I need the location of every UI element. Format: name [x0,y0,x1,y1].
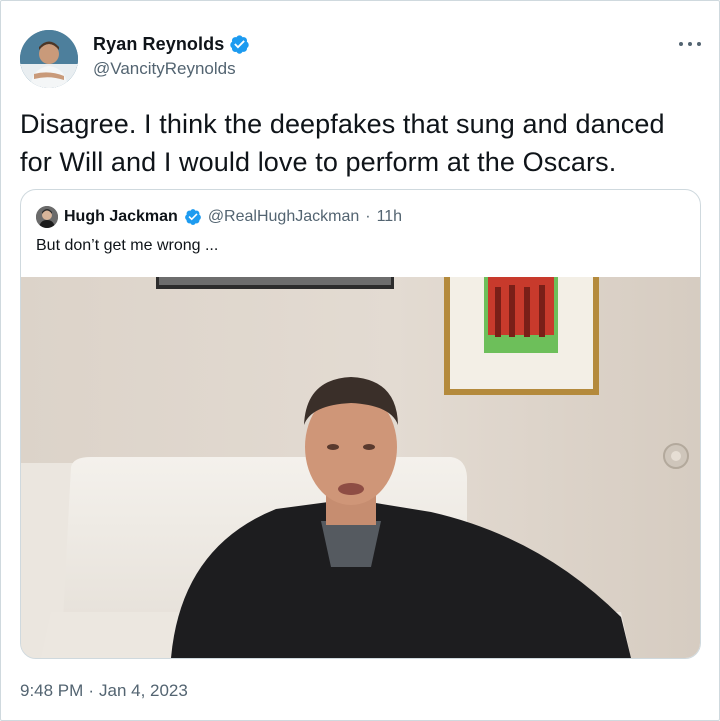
profile-photo-icon [20,30,78,88]
video-thumbnail[interactable] [21,277,700,658]
separator-dot: · [88,681,94,700]
author-name[interactable]: Ryan Reynolds [93,34,224,55]
quoted-tweet[interactable]: Hugh Jackman @RealHughJackman · 11h But … [20,189,701,659]
more-options-icon [679,42,683,46]
more-options-button[interactable] [679,37,701,51]
quoted-author-avatar[interactable] [36,206,58,228]
tweet-card: Ryan Reynolds @VancityReynolds Disagree.… [0,0,720,721]
video-thumbnail-image [21,277,700,658]
tweet-time[interactable]: 9:48 PM [20,681,83,701]
separator-dot: · [365,208,371,225]
author-handle[interactable]: @VancityReynolds [93,59,236,79]
quoted-author-name[interactable]: Hugh Jackman [64,208,178,226]
verified-badge-icon [230,35,250,54]
profile-photo-icon [36,206,58,228]
tweet-text: Disagree. I think the deepfakes that sun… [20,109,665,177]
more-options-icon [697,42,701,46]
author-name-row[interactable]: Ryan Reynolds [93,34,250,55]
more-options-icon [688,42,692,46]
quoted-author-handle[interactable]: @RealHughJackman [208,208,359,226]
quoted-tweet-text: But don’t get me wrong ... [36,237,219,254]
tweet-timestamp[interactable]: 9:48 PM · Jan 4, 2023 [20,681,188,701]
verified-badge-icon [184,209,201,225]
tweet-date[interactable]: Jan 4, 2023 [99,681,188,701]
quoted-tweet-time[interactable]: 11h [377,208,403,226]
quoted-tweet-header: Hugh Jackman @RealHughJackman · 11h [36,206,402,228]
author-avatar[interactable] [20,30,78,88]
